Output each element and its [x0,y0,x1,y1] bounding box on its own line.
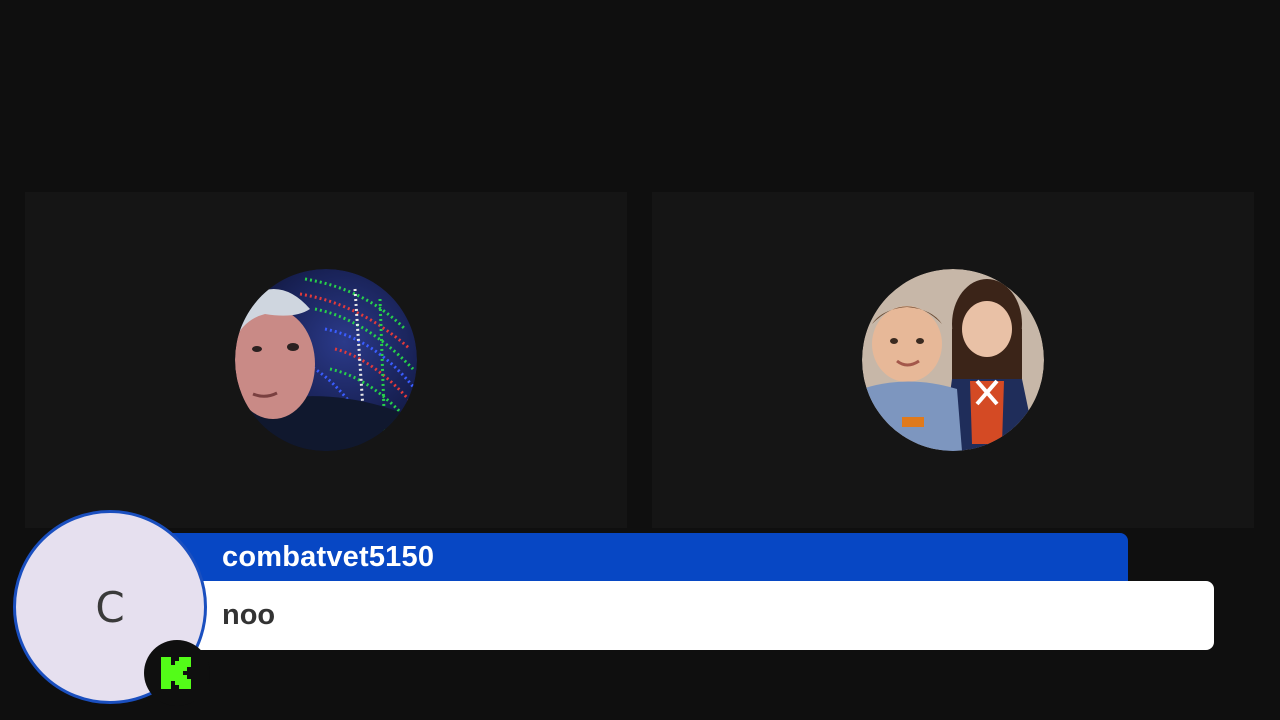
children-photo-icon [862,269,1044,451]
chat-message-text: noo [222,599,276,631]
kick-logo-icon [161,657,191,689]
chat-avatar-letter: C [95,582,125,632]
participant-tile-right[interactable] [652,192,1254,528]
participant-avatar-right [862,269,1044,451]
participant-avatar-left [235,269,417,451]
kick-icon [144,640,210,706]
call-stage: combatvet5150 noo C [0,0,1280,720]
chat-username: combatvet5150 [222,541,435,573]
participant-tile-left[interactable] [25,192,627,528]
holiday-lights-photo-icon [235,269,417,451]
chat-message-box: noo [160,581,1214,650]
chat-name-bar: combatvet5150 [160,533,1128,583]
